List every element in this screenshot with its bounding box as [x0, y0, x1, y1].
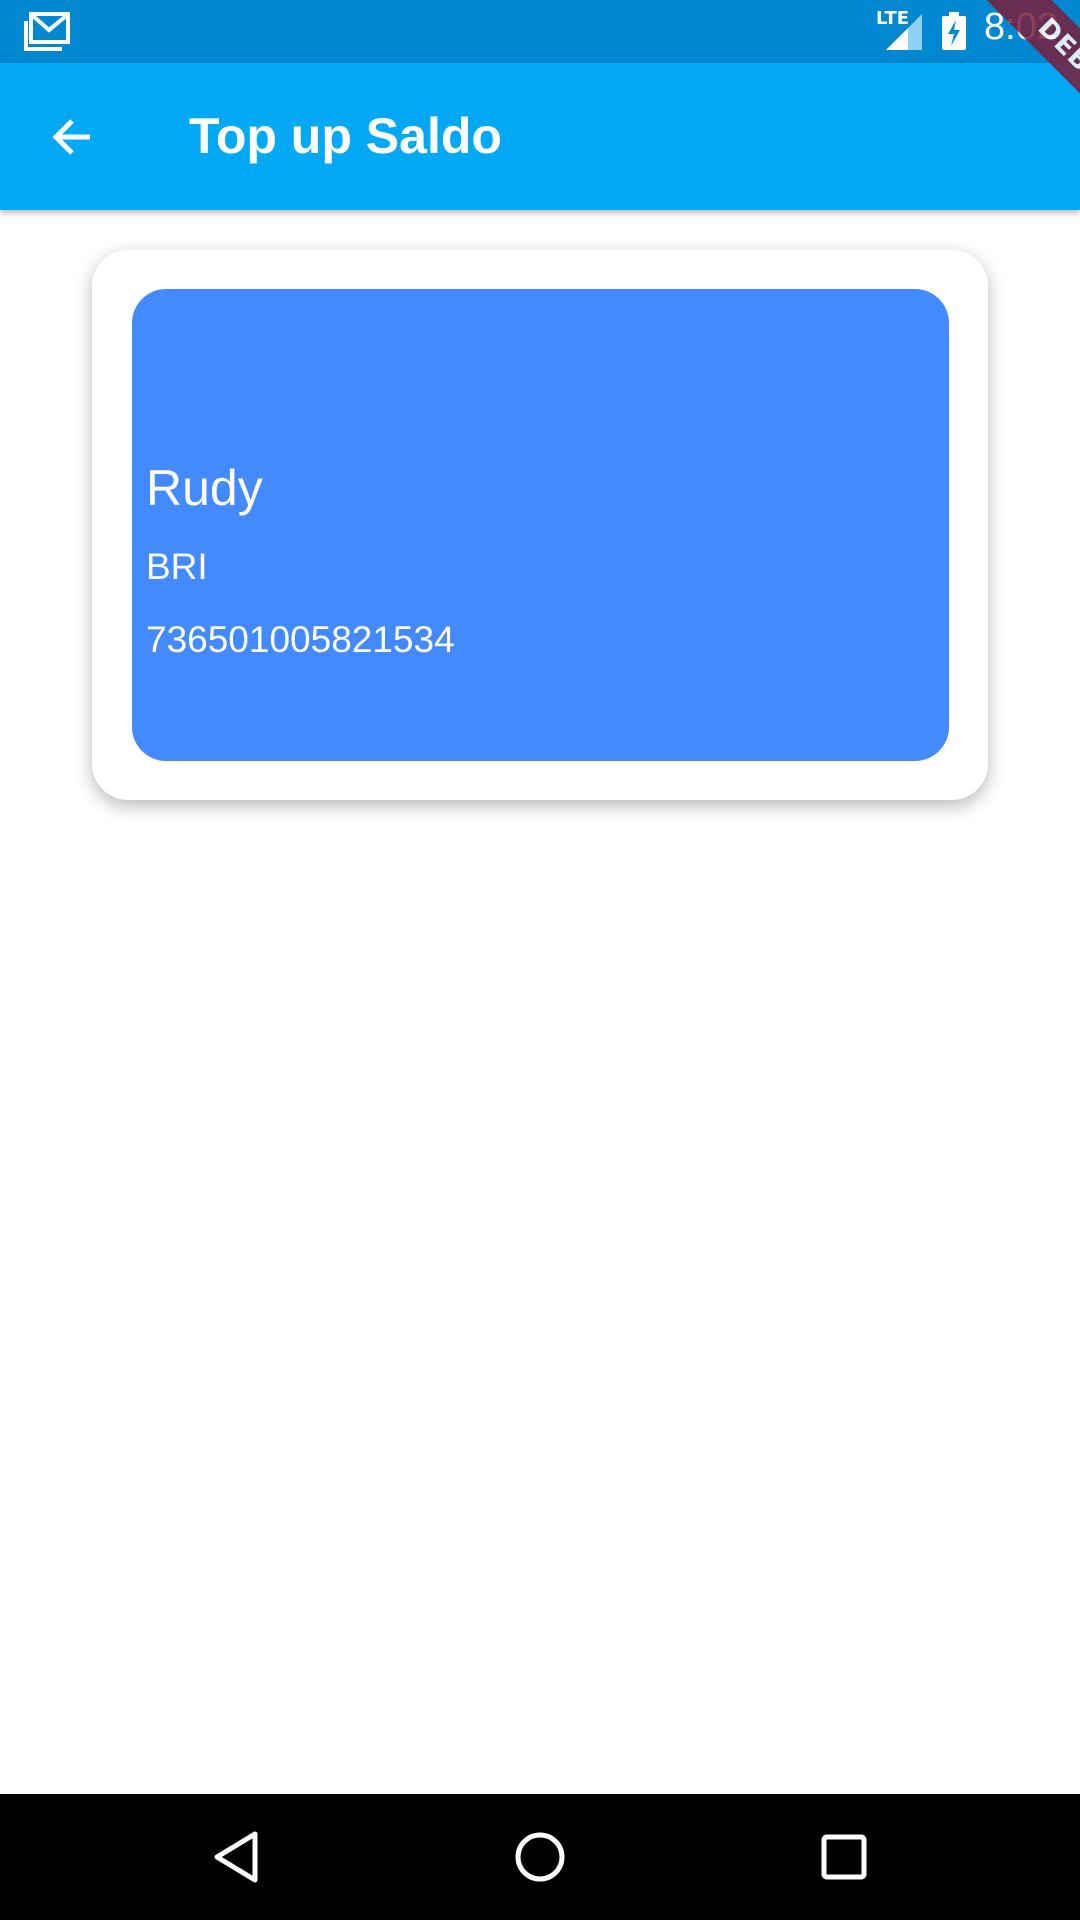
- back-triangle-icon: [214, 1831, 258, 1883]
- account-number: 736501005821534: [146, 619, 455, 660]
- screen: LTE 8:02 Top up Saldo DEBUG Rudy BRI 736…: [0, 0, 1080, 1920]
- nav-home-button[interactable]: [510, 1827, 570, 1887]
- home-circle-icon: [515, 1832, 565, 1882]
- nav-recents-button[interactable]: [814, 1827, 874, 1887]
- navigation-bar: [0, 1794, 1080, 1920]
- gmail-icon: [24, 12, 70, 51]
- status-bar: LTE 8:02: [0, 0, 1080, 63]
- account-holder-name: Rudy: [146, 460, 263, 516]
- back-button[interactable]: [36, 101, 108, 173]
- account-card[interactable]: Rudy BRI 736501005821534: [92, 250, 988, 800]
- bank-account-card: Rudy BRI 736501005821534: [132, 289, 949, 761]
- page-title: Top up Saldo: [189, 108, 502, 164]
- battery-charging-icon: [942, 12, 966, 50]
- signal-icon: [886, 14, 922, 50]
- nav-back-button[interactable]: [206, 1827, 266, 1887]
- recents-square-icon: [821, 1834, 867, 1880]
- app-bar: Top up Saldo: [0, 63, 1080, 210]
- arrow-back-icon: [52, 119, 90, 155]
- bank-name: BRI: [146, 546, 208, 587]
